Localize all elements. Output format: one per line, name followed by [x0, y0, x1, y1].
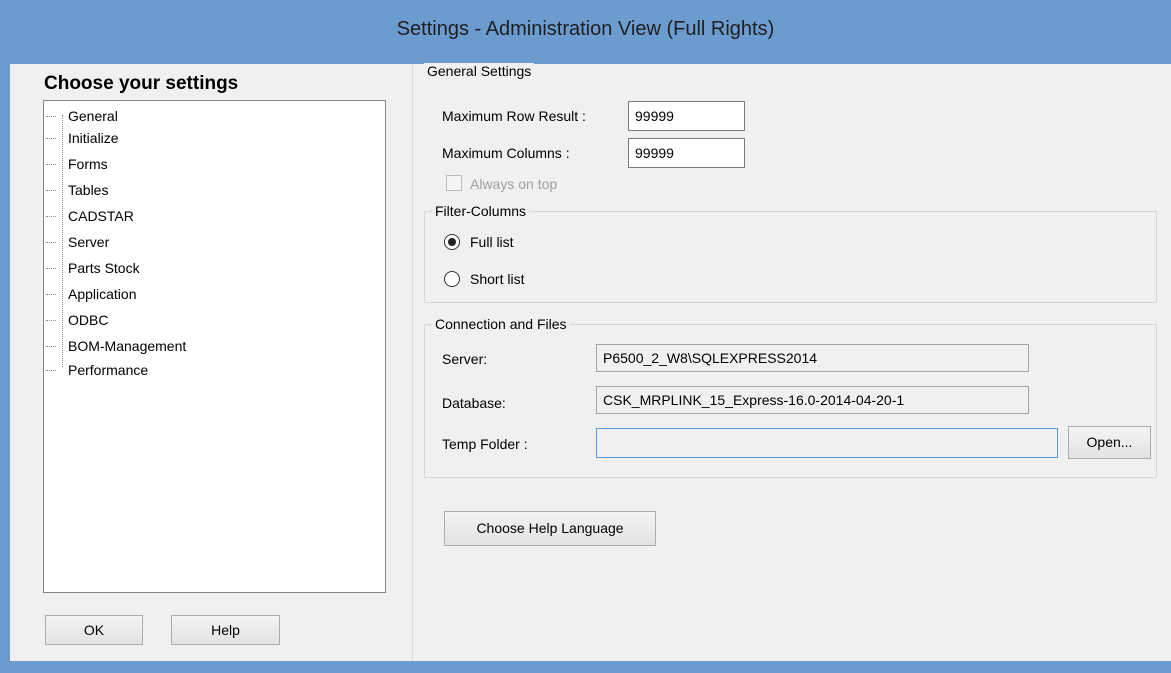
tree-item-label: Tables [68, 182, 109, 198]
short-list-label: Short list [470, 271, 525, 287]
filter-columns-group [424, 211, 1157, 303]
database-field: CSK_MRPLINK_15_Express-16.0-2014-04-20-1 [596, 386, 1029, 414]
full-list-label: Full list [470, 234, 514, 250]
tree-item-initialize[interactable]: Initialize [46, 127, 119, 149]
general-settings-label: General Settings [424, 63, 535, 79]
settings-window: Settings - Administration View (Full Rig… [0, 0, 1171, 673]
tree-branch [46, 116, 56, 117]
tree-branch [46, 242, 56, 243]
settings-tree[interactable]: General Initialize Forms Tables CADSTAR … [43, 100, 386, 593]
ok-button[interactable]: OK [45, 615, 143, 645]
tree-branch [46, 346, 56, 347]
help-button[interactable]: Help [171, 615, 280, 645]
tree-item-performance[interactable]: Performance [46, 359, 149, 381]
temp-folder-label: Temp Folder : [442, 436, 528, 452]
database-label: Database: [442, 395, 506, 411]
tree-item-odbc[interactable]: ODBC [46, 309, 109, 331]
window-frame-left [0, 64, 10, 661]
tree-branch [46, 370, 56, 371]
tree-item-label: ODBC [68, 312, 109, 328]
tree-branch [46, 164, 56, 165]
tree-item-label: BOM-Management [68, 338, 187, 354]
max-row-label: Maximum Row Result : [442, 108, 586, 124]
connection-files-label: Connection and Files [432, 316, 570, 332]
radio-selected-dot [448, 238, 456, 246]
server-label: Server: [442, 351, 488, 367]
window-title: Settings - Administration View (Full Rig… [396, 18, 775, 40]
choose-help-language-button[interactable]: Choose Help Language [444, 511, 656, 546]
tree-branch [46, 320, 56, 321]
tree-item-label: Application [68, 286, 137, 302]
always-on-top-label: Always on top [470, 176, 558, 192]
tree-branch [46, 268, 56, 269]
tree-item-server[interactable]: Server [46, 231, 110, 253]
tree-branch [46, 216, 56, 217]
title-bar[interactable]: Settings - Administration View (Full Rig… [0, 0, 1171, 64]
tree-branch [46, 294, 56, 295]
tree-item-forms[interactable]: Forms [46, 153, 108, 175]
tree-item-label: Server [68, 234, 110, 250]
full-list-radio[interactable] [444, 234, 460, 250]
sidebar-heading: Choose your settings [44, 73, 239, 94]
max-columns-input[interactable]: 99999 [628, 138, 745, 168]
temp-folder-field[interactable] [596, 428, 1058, 458]
tree-branch [46, 190, 56, 191]
window-frame-bottom [0, 661, 1171, 673]
client-area: Choose your settings General Initialize … [10, 63, 1171, 661]
tree-item-label: General [68, 108, 118, 124]
server-field: P6500_2_W8\SQLEXPRESS2014 [596, 344, 1029, 372]
tree-item-label: Parts Stock [68, 260, 140, 276]
tree-branch [46, 138, 56, 139]
tree-item-parts-stock[interactable]: Parts Stock [46, 257, 140, 279]
open-folder-button[interactable]: Open... [1068, 426, 1151, 459]
tree-item-bom-management[interactable]: BOM-Management [46, 335, 187, 357]
max-row-input[interactable]: 99999 [628, 101, 745, 131]
tree-item-label: CADSTAR [68, 208, 134, 224]
tree-item-label: Performance [68, 362, 149, 378]
tree-item-label: Initialize [68, 130, 119, 146]
tree-item-label: Forms [68, 156, 108, 172]
tree-item-general[interactable]: General [46, 105, 118, 127]
max-columns-label: Maximum Columns : [442, 145, 570, 161]
tree-item-cadstar[interactable]: CADSTAR [46, 205, 134, 227]
settings-panel: General Settings Maximum Row Result : 99… [412, 63, 1171, 661]
tree-item-tables[interactable]: Tables [46, 179, 109, 201]
always-on-top-checkbox[interactable] [446, 175, 462, 191]
filter-columns-label: Filter-Columns [432, 203, 530, 219]
tree-item-application[interactable]: Application [46, 283, 137, 305]
short-list-radio[interactable] [444, 271, 460, 287]
